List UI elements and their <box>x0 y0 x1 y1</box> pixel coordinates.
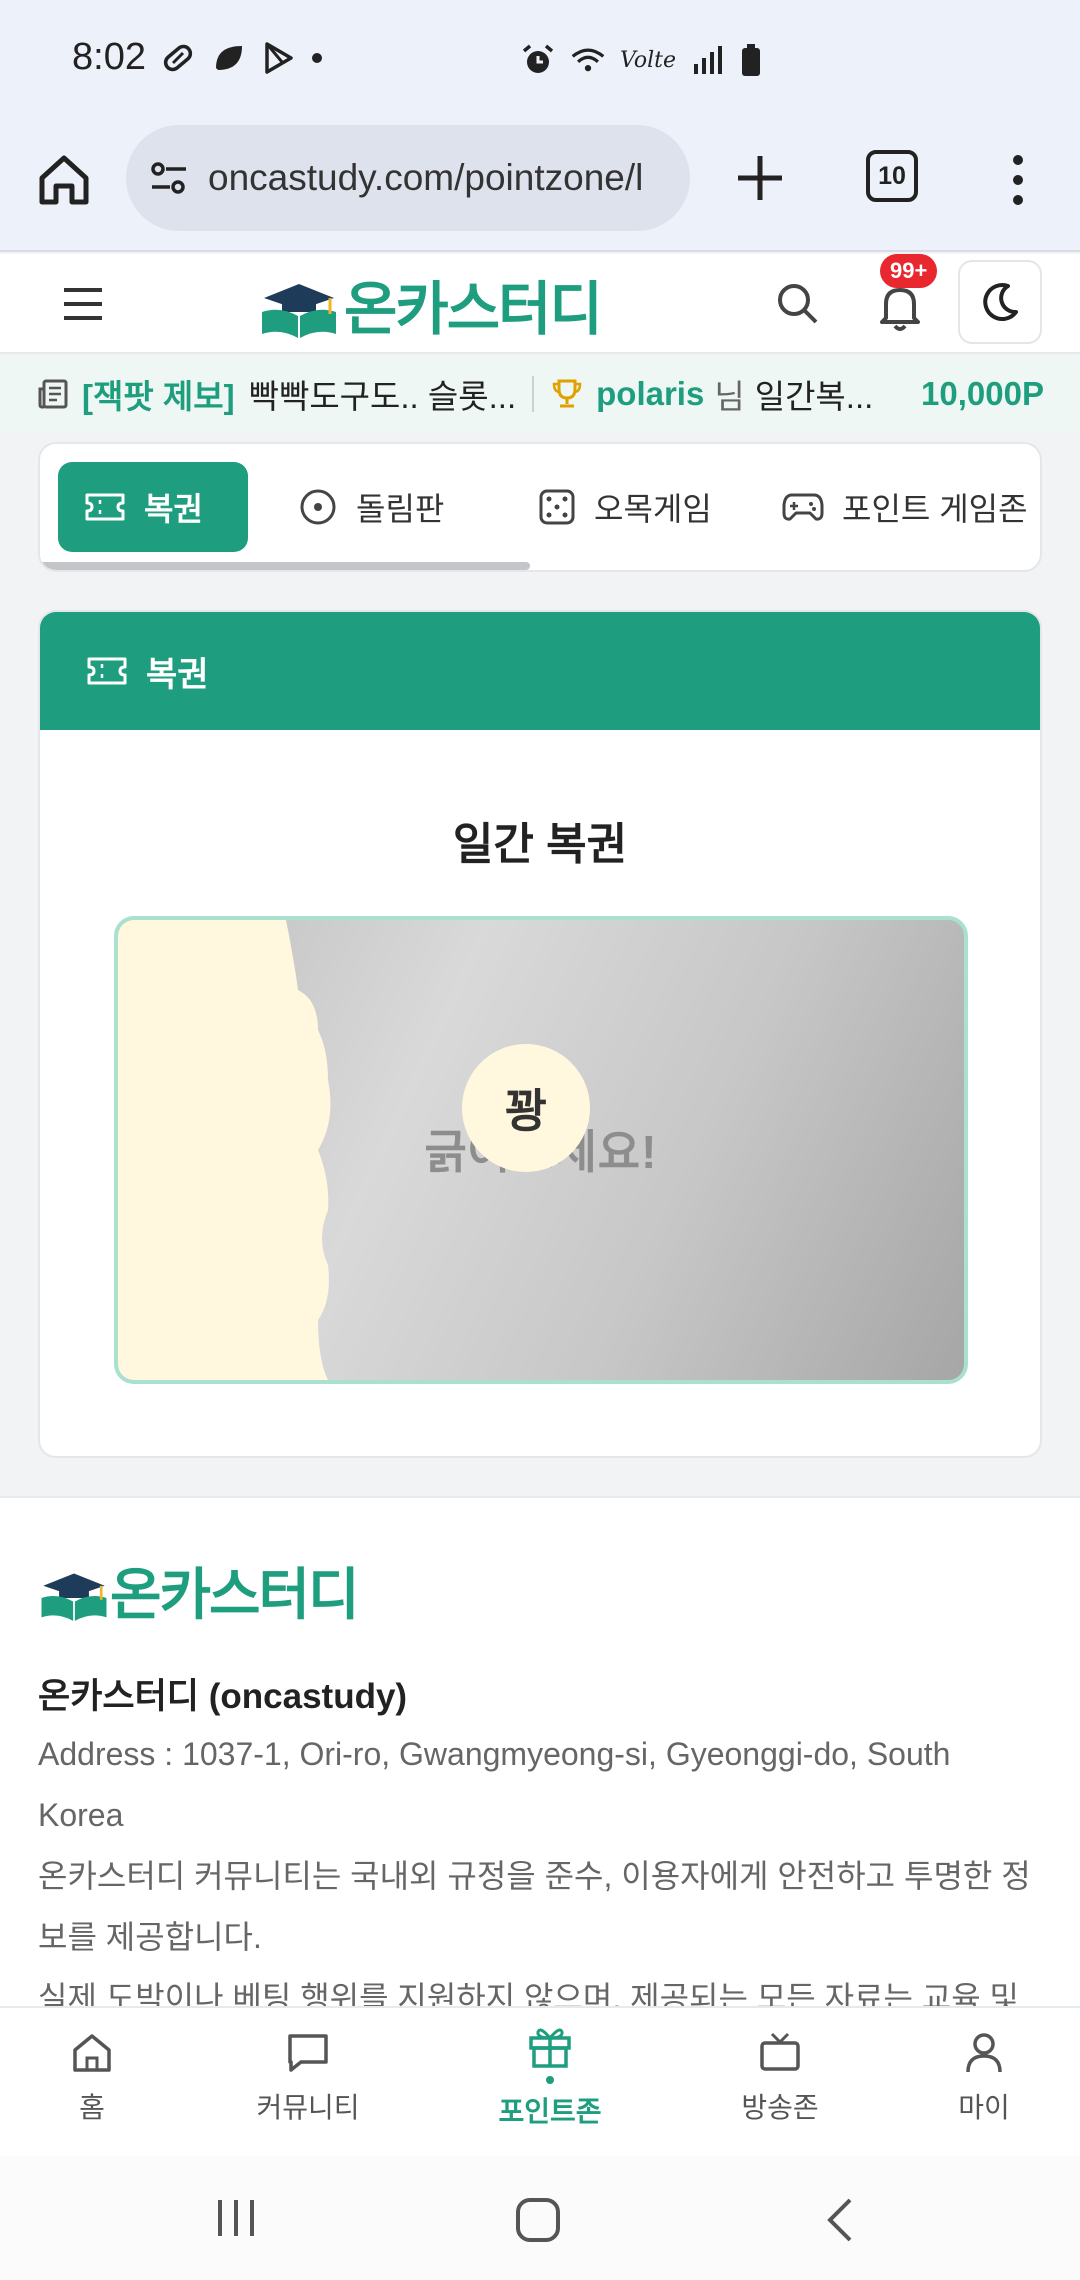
tab-point-gamezone[interactable]: 포인트 게임존 <box>738 462 1040 552</box>
nav-label: 커뮤니티 <box>256 2092 360 2123</box>
volte-icon: Volte <box>620 47 677 73</box>
notification-badge: 99+ <box>880 254 938 288</box>
logo-text: 온카스터디 <box>344 277 603 342</box>
browser-home-icon[interactable] <box>36 152 92 208</box>
back-icon[interactable] <box>820 2196 860 2244</box>
tab-lottery[interactable]: 복권 <box>58 462 248 552</box>
footer-description: 온카스터디 커뮤니티는 국내외 규정을 준수, 이용자에게 안전하고 투명한 정… <box>38 1858 1031 1955</box>
footer-logo[interactable]: 온카스터디 <box>38 1550 360 1631</box>
status-time: 8:02 <box>72 36 146 78</box>
nav-home[interactable]: 홈 <box>12 2030 172 2126</box>
ticket-icon <box>85 493 125 521</box>
footer-address: Address : 1037-1, Ori-ro, Gwangmyeong-si… <box>38 1736 951 1833</box>
nav-label: 방송존 <box>741 2092 819 2123</box>
ticket-icon <box>87 657 127 685</box>
newspaper-icon <box>38 379 68 409</box>
nav-label: 포인트존 <box>498 2096 602 2127</box>
tab-label: 복권 <box>144 491 203 527</box>
nav-community[interactable]: 커뮤니티 <box>228 2030 388 2126</box>
tab-label: 오목게임 <box>594 491 712 527</box>
nav-label: 마이 <box>958 2092 1010 2123</box>
play-store-icon <box>265 42 293 74</box>
ticker-text: 빡빡도구도.. 슬롯... <box>248 378 517 415</box>
tab-label: 돌림판 <box>356 491 445 527</box>
site-settings-icon[interactable] <box>148 157 190 199</box>
new-tab-icon[interactable] <box>734 152 786 204</box>
gift-icon <box>529 2028 571 2068</box>
search-icon[interactable] <box>772 278 822 328</box>
status-notification-icons <box>160 40 324 76</box>
site-logo[interactable]: 온카스터디 <box>258 264 603 344</box>
system-navigation-bar <box>0 2156 1080 2280</box>
ticker-honorific: 님 <box>714 378 745 415</box>
lottery-title: 일간 복권 <box>452 820 628 869</box>
user-icon <box>966 2033 1002 2073</box>
nav-pointzone[interactable]: 포인트존 <box>470 2022 630 2130</box>
tab-label: 포인트 게임존 <box>842 491 1028 527</box>
game-tabs: 복권 돌림판 오목게임 포인트 게임존 <box>38 442 1042 572</box>
ticker-username: polaris <box>596 375 705 412</box>
alarm-icon <box>522 44 554 73</box>
home-button-icon[interactable] <box>514 2196 562 2244</box>
chat-icon <box>288 2034 328 2072</box>
footer-company: 온카스터디 (oncastudy) <box>38 1677 408 1716</box>
address-bar[interactable]: oncastudy.com/pointzone/l <box>126 125 690 231</box>
status-system-icons: Volte <box>520 42 762 78</box>
home-icon <box>73 2034 111 2072</box>
footer-logo-text: 온카스터디 <box>110 1563 360 1626</box>
recent-apps-icon[interactable] <box>212 2196 260 2240</box>
footer-info: Address : 1037-1, Ori-ro, Gwangmyeong-si… <box>38 1724 1038 2029</box>
lottery-card: 복권 일간 복권 긁어보세요! 꽝 <box>38 610 1042 1458</box>
bottom-navigation: 홈 커뮤니티 포인트존 방송존 마이 <box>0 2006 1080 2156</box>
hamburger-menu-icon[interactable] <box>58 282 108 326</box>
theme-toggle-button[interactable] <box>958 260 1042 344</box>
browser-menu-icon[interactable] <box>1006 152 1030 208</box>
scratch-card[interactable]: 긁어보세요! 꽝 <box>114 916 968 1384</box>
nav-label: 홈 <box>79 2092 105 2123</box>
dot-icon <box>312 53 322 63</box>
leaf-icon <box>216 46 242 70</box>
scratch-result: 꽝 <box>462 1044 590 1172</box>
active-indicator <box>546 2076 554 2084</box>
dice-icon <box>539 489 575 525</box>
graduation-book-icon <box>262 284 336 338</box>
nav-my[interactable]: 마이 <box>904 2030 1064 2126</box>
tab-roulette[interactable]: 돌림판 <box>248 462 480 552</box>
browser-toolbar: oncastudy.com/pointzone/l 10 <box>0 122 1080 252</box>
scratched-area <box>118 920 331 1380</box>
ticker-message: 일간복... <box>754 378 874 415</box>
site-footer: 온카스터디 온카스터디 (oncastudy) Address : 1037-1… <box>0 1496 1080 2016</box>
tv-icon <box>760 2032 800 2071</box>
battery-icon <box>742 44 761 76</box>
lottery-header-label: 복권 <box>146 655 209 694</box>
site-header: 온카스터디 99+ <box>0 254 1080 354</box>
graduation-book-icon <box>41 1572 107 1621</box>
lottery-header: 복권 <box>40 612 1040 730</box>
wheel-icon <box>300 489 336 525</box>
moon-icon <box>983 283 1018 321</box>
gamepad-icon <box>782 493 824 521</box>
wifi-icon <box>571 48 605 72</box>
status-bar: 8:02 Volte <box>0 0 1080 122</box>
news-ticker[interactable]: [잭팟 제보] 빡빡도구도.. 슬롯... polaris 님 일간복... 1… <box>0 356 1080 432</box>
capsule-icon <box>163 44 193 72</box>
nav-broadcast[interactable]: 방송존 <box>700 2030 860 2126</box>
ticker-divider <box>532 376 535 412</box>
tab-scrollbar[interactable] <box>40 562 530 570</box>
url-text[interactable]: oncastudy.com/pointzone/l <box>208 157 643 199</box>
ticker-tag: [잭팟 제보] <box>82 378 235 415</box>
signal-icon <box>694 46 723 74</box>
tab-omok[interactable]: 오목게임 <box>480 462 738 552</box>
trophy-icon <box>552 379 582 408</box>
tab-switcher-button[interactable]: 10 <box>866 150 918 202</box>
ticker-points: 10,000P <box>921 375 1044 412</box>
